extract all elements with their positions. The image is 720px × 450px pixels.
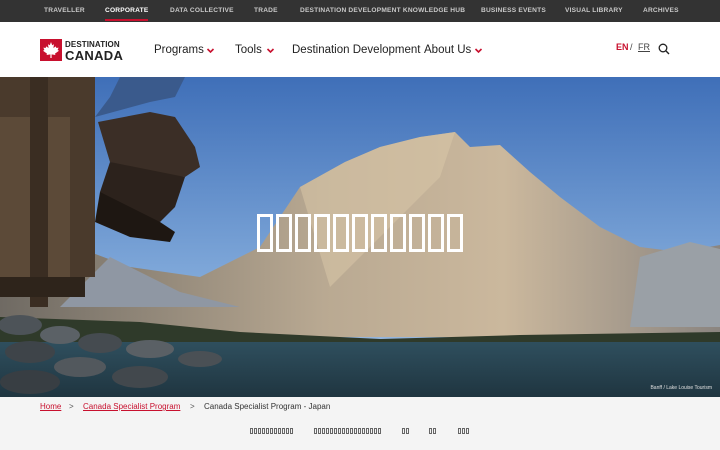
nav-programs[interactable]: Programs bbox=[154, 41, 204, 59]
subnav-glyph bbox=[334, 428, 337, 434]
subnav-glyph bbox=[346, 428, 349, 434]
subnav-glyph bbox=[286, 428, 289, 434]
main-header: DESTINATION CANADA Programs Tools Destin… bbox=[0, 22, 720, 77]
subnav-glyph bbox=[370, 428, 373, 434]
hero-title-glyph bbox=[447, 214, 463, 252]
subnav-glyph bbox=[358, 428, 361, 434]
subnav-glyph bbox=[330, 428, 333, 434]
subnav-glyph bbox=[354, 428, 357, 434]
subnav-item-5[interactable] bbox=[458, 428, 469, 436]
breadcrumb-current: Canada Specialist Program - Japan bbox=[204, 402, 331, 411]
subnav-glyph bbox=[278, 428, 281, 434]
utility-nav: TRAVELLER CORPORATE DATA COLLECTIVE TRAD… bbox=[0, 0, 720, 22]
utility-nav-traveller[interactable]: TRAVELLER bbox=[44, 0, 85, 22]
subnav-glyph bbox=[250, 428, 253, 434]
subnav-glyph bbox=[262, 428, 265, 434]
subnav-glyph bbox=[466, 428, 469, 434]
logo-text-canada: CANADA bbox=[65, 48, 124, 63]
subnav-glyph bbox=[406, 428, 409, 434]
subnav-glyph bbox=[338, 428, 341, 434]
hero-title-glyphs bbox=[257, 214, 463, 252]
hero-banner: Banff / Lake Louise Tourism bbox=[0, 77, 720, 397]
chevron-down-icon[interactable] bbox=[206, 46, 215, 55]
utility-nav-business-events[interactable]: BUSINESS EVENTS bbox=[481, 0, 546, 22]
hero-title-glyph bbox=[352, 214, 368, 252]
subnav-glyph bbox=[266, 428, 269, 434]
subnav-glyph bbox=[462, 428, 465, 434]
breadcrumb-program[interactable]: Canada Specialist Program bbox=[83, 402, 180, 411]
hero-title bbox=[0, 214, 720, 257]
chevron-down-icon[interactable] bbox=[266, 46, 275, 55]
hero-title-glyph bbox=[257, 214, 273, 252]
nav-destination-development[interactable]: Destination Development bbox=[292, 41, 421, 59]
subnav-glyph bbox=[254, 428, 257, 434]
hero-title-glyph bbox=[276, 214, 292, 252]
hero-title-glyph bbox=[333, 214, 349, 252]
subnav-glyph bbox=[366, 428, 369, 434]
hero-title-glyph bbox=[428, 214, 444, 252]
subnav-glyph bbox=[342, 428, 345, 434]
destination-canada-logo[interactable]: DESTINATION CANADA bbox=[40, 39, 130, 63]
subnav-glyph bbox=[429, 428, 432, 434]
hero-title-glyph bbox=[409, 214, 425, 252]
subnav-glyph bbox=[290, 428, 293, 434]
subnav-item-1[interactable] bbox=[250, 428, 293, 436]
utility-nav-corporate[interactable]: CORPORATE bbox=[105, 0, 149, 22]
language-en-link[interactable]: EN bbox=[616, 42, 629, 52]
nav-tools[interactable]: Tools bbox=[235, 41, 262, 59]
hero-title-glyph bbox=[295, 214, 311, 252]
subnav-glyph bbox=[270, 428, 273, 434]
utility-nav-knowledge-hub[interactable]: DESTINATION DEVELOPMENT KNOWLEDGE HUB bbox=[300, 0, 465, 22]
chevron-down-icon[interactable] bbox=[474, 46, 483, 55]
utility-nav-data-collective[interactable]: DATA COLLECTIVE bbox=[170, 0, 234, 22]
subnav-item-4[interactable] bbox=[429, 428, 436, 436]
utility-nav-trade[interactable]: TRADE bbox=[254, 0, 278, 22]
breadcrumb: Home > Canada Specialist Program > Canad… bbox=[0, 397, 720, 419]
photo-credit: Banff / Lake Louise Tourism bbox=[650, 385, 712, 391]
language-separator: / bbox=[630, 42, 633, 52]
breadcrumb-home[interactable]: Home bbox=[40, 402, 61, 411]
subnav-glyph bbox=[362, 428, 365, 434]
section-subnav bbox=[0, 419, 720, 450]
breadcrumb-chevron-icon: > bbox=[190, 402, 195, 411]
subnav-glyph bbox=[322, 428, 325, 434]
maple-leaf-icon bbox=[40, 39, 62, 61]
subnav-item-2[interactable] bbox=[314, 428, 381, 436]
subnav-glyph bbox=[402, 428, 405, 434]
breadcrumb-chevron-icon: > bbox=[69, 402, 74, 411]
search-icon[interactable] bbox=[658, 43, 670, 55]
active-indicator bbox=[105, 19, 149, 21]
hero-title-glyph bbox=[314, 214, 330, 252]
subnav-glyph bbox=[258, 428, 261, 434]
utility-nav-corporate-label: CORPORATE bbox=[105, 7, 149, 14]
hero-title-glyph bbox=[371, 214, 387, 252]
subnav-glyph bbox=[350, 428, 353, 434]
subnav-glyph bbox=[318, 428, 321, 434]
language-fr-link[interactable]: FR bbox=[638, 42, 650, 52]
utility-nav-archives[interactable]: ARCHIVES bbox=[643, 0, 679, 22]
subnav-glyph bbox=[314, 428, 317, 434]
utility-nav-visual-library[interactable]: VISUAL LIBRARY bbox=[565, 0, 623, 22]
nav-about-us[interactable]: About Us bbox=[424, 41, 471, 59]
subnav-item-3[interactable] bbox=[402, 428, 409, 436]
subnav-glyph bbox=[378, 428, 381, 434]
subnav-glyph bbox=[274, 428, 277, 434]
subnav-glyph bbox=[282, 428, 285, 434]
subnav-glyph bbox=[374, 428, 377, 434]
subnav-glyph bbox=[326, 428, 329, 434]
subnav-glyph bbox=[458, 428, 461, 434]
subnav-glyph bbox=[433, 428, 436, 434]
hero-title-glyph bbox=[390, 214, 406, 252]
